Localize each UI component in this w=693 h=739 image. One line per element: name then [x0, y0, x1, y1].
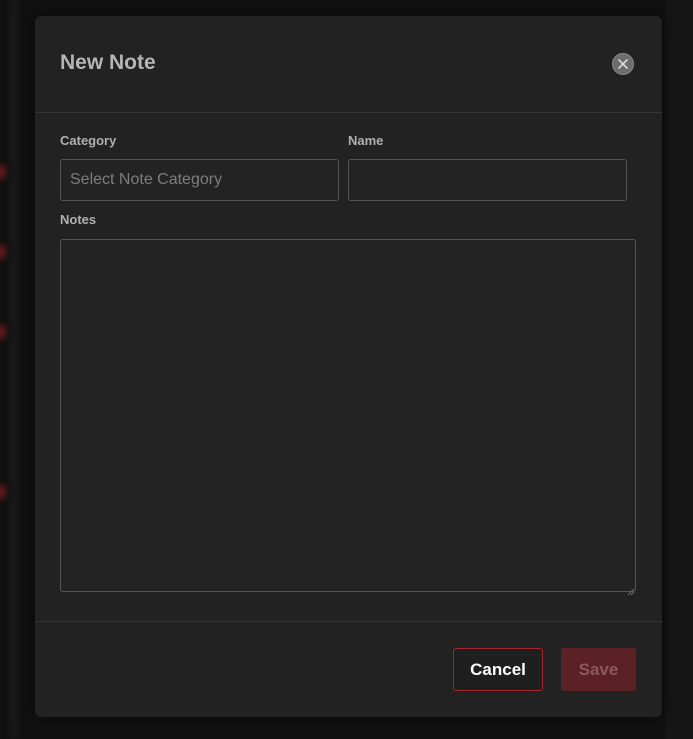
close-button[interactable]: [612, 53, 634, 75]
close-icon: [617, 58, 629, 70]
save-button[interactable]: Save: [561, 648, 636, 691]
category-select[interactable]: Select Note Category: [60, 159, 339, 201]
notes-label: Notes: [60, 212, 97, 227]
category-label: Category: [60, 133, 117, 148]
background-marker: [0, 325, 6, 339]
cancel-button[interactable]: Cancel: [453, 648, 543, 691]
dialog-footer: Cancel Save: [35, 621, 662, 718]
dialog-header: New Note: [35, 16, 662, 113]
background-marker: [0, 245, 6, 259]
background-sidebar-blur: [10, 0, 18, 739]
background-marker: [0, 485, 6, 499]
background-marker: [0, 165, 6, 179]
name-label: Name: [348, 133, 384, 148]
dialog-title: New Note: [60, 51, 156, 74]
notes-textarea[interactable]: [60, 239, 636, 592]
resize-grip-icon[interactable]: [627, 583, 635, 596]
new-note-dialog: New Note Category Name Select Note Categ…: [35, 16, 662, 717]
background-right-edge: [665, 0, 693, 739]
name-input[interactable]: [348, 159, 627, 201]
